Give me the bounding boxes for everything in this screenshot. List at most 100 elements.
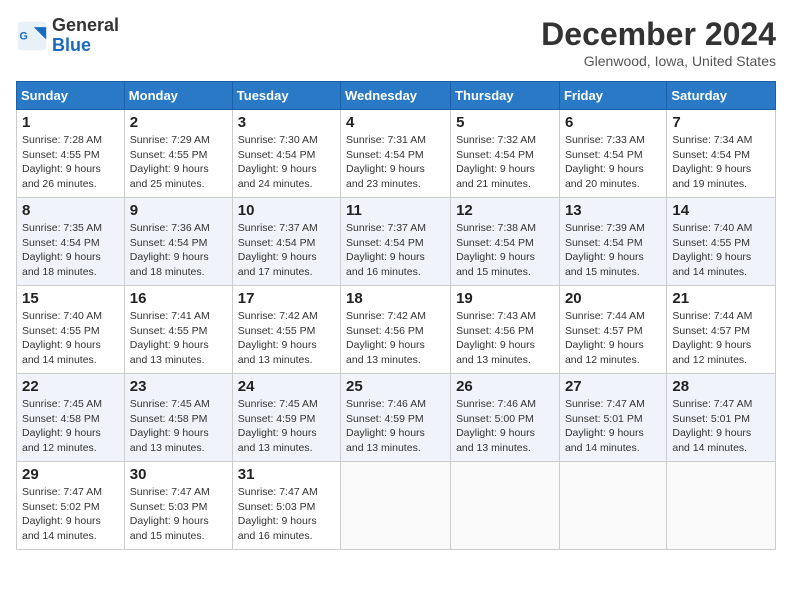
day-info: Sunrise: 7:36 AMSunset: 4:54 PMDaylight:… bbox=[130, 221, 227, 280]
day-info: Sunrise: 7:44 AMSunset: 4:57 PMDaylight:… bbox=[565, 309, 661, 368]
calendar-cell: 17Sunrise: 7:42 AMSunset: 4:55 PMDayligh… bbox=[232, 286, 340, 374]
day-number: 29 bbox=[22, 466, 119, 483]
calendar-cell: 14 Sunrise: 7:40 AMSunset: 4:55 PMDayligh… bbox=[667, 198, 776, 286]
logo-icon: G bbox=[16, 20, 48, 52]
calendar-cell: 6 Sunrise: 7:33 AMSunset: 4:54 PMDaylight… bbox=[559, 110, 666, 198]
day-number: 8 bbox=[22, 202, 119, 219]
calendar-week-row: 22 Sunrise: 7:45 AMSunset: 4:58 PMDayligh… bbox=[17, 374, 776, 462]
day-info: Sunrise: 7:43 AMSunset: 4:56 PMDaylight:… bbox=[456, 309, 554, 368]
logo: G General Blue bbox=[16, 16, 119, 56]
day-info: Sunrise: 7:45 AMSunset: 4:58 PMDaylight:… bbox=[22, 397, 119, 456]
calendar-cell: 21Sunrise: 7:44 AMSunset: 4:57 PMDayligh… bbox=[667, 286, 776, 374]
day-info: Sunrise: 7:37 AMSunset: 4:54 PMDaylight:… bbox=[238, 221, 335, 280]
weekday-saturday: Saturday bbox=[667, 82, 776, 110]
day-number: 27 bbox=[565, 378, 661, 395]
day-number: 24 bbox=[238, 378, 335, 395]
calendar-cell bbox=[559, 462, 666, 550]
day-info: Sunrise: 7:46 AMSunset: 5:00 PMDaylight:… bbox=[456, 397, 554, 456]
calendar-cell: 7 Sunrise: 7:34 AMSunset: 4:54 PMDaylight… bbox=[667, 110, 776, 198]
day-number: 26 bbox=[456, 378, 554, 395]
calendar-cell: 31Sunrise: 7:47 AMSunset: 5:03 PMDayligh… bbox=[232, 462, 340, 550]
day-number: 16 bbox=[130, 290, 227, 307]
day-info: Sunrise: 7:40 AMSunset: 4:55 PMDaylight:… bbox=[672, 221, 770, 280]
day-number: 11 bbox=[346, 202, 445, 219]
day-number: 9 bbox=[130, 202, 227, 219]
day-number: 28 bbox=[672, 378, 770, 395]
day-number: 18 bbox=[346, 290, 445, 307]
svg-text:G: G bbox=[20, 30, 28, 42]
calendar-cell: 10 Sunrise: 7:37 AMSunset: 4:54 PMDayligh… bbox=[232, 198, 340, 286]
calendar-week-row: 15Sunrise: 7:40 AMSunset: 4:55 PMDayligh… bbox=[17, 286, 776, 374]
calendar-cell: 25Sunrise: 7:46 AMSunset: 4:59 PMDayligh… bbox=[341, 374, 451, 462]
calendar-cell: 8 Sunrise: 7:35 AMSunset: 4:54 PMDaylight… bbox=[17, 198, 125, 286]
calendar-cell: 12Sunrise: 7:38 AMSunset: 4:54 PMDayligh… bbox=[451, 198, 560, 286]
day-info: Sunrise: 7:31 AMSunset: 4:54 PMDaylight:… bbox=[346, 133, 445, 192]
day-number: 10 bbox=[238, 202, 335, 219]
day-info: Sunrise: 7:34 AMSunset: 4:54 PMDaylight:… bbox=[672, 133, 770, 192]
calendar-week-row: 29 Sunrise: 7:47 AMSunset: 5:02 PMDayligh… bbox=[17, 462, 776, 550]
weekday-sunday: Sunday bbox=[17, 82, 125, 110]
day-info: Sunrise: 7:35 AMSunset: 4:54 PMDaylight:… bbox=[22, 221, 119, 280]
day-info: Sunrise: 7:28 AMSunset: 4:55 PMDaylight:… bbox=[22, 133, 119, 192]
calendar-cell: 16Sunrise: 7:41 AMSunset: 4:55 PMDayligh… bbox=[124, 286, 232, 374]
day-info: Sunrise: 7:44 AMSunset: 4:57 PMDaylight:… bbox=[672, 309, 770, 368]
month-title: December 2024 bbox=[541, 16, 776, 53]
day-info: Sunrise: 7:32 AMSunset: 4:54 PMDaylight:… bbox=[456, 133, 554, 192]
calendar-cell: 9 Sunrise: 7:36 AMSunset: 4:54 PMDaylight… bbox=[124, 198, 232, 286]
logo-general-text: General bbox=[52, 16, 119, 36]
day-info: Sunrise: 7:47 AMSunset: 5:03 PMDaylight:… bbox=[238, 485, 335, 544]
weekday-header-row: SundayMondayTuesdayWednesdayThursdayFrid… bbox=[17, 82, 776, 110]
day-number: 22 bbox=[22, 378, 119, 395]
day-number: 5 bbox=[456, 114, 554, 131]
calendar-week-row: 1 Sunrise: 7:28 AMSunset: 4:55 PMDaylight… bbox=[17, 110, 776, 198]
calendar-cell: 13 Sunrise: 7:39 AMSunset: 4:54 PMDayligh… bbox=[559, 198, 666, 286]
calendar-cell: 27 Sunrise: 7:47 AMSunset: 5:01 PMDayligh… bbox=[559, 374, 666, 462]
calendar-cell: 5 Sunrise: 7:32 AMSunset: 4:54 PMDaylight… bbox=[451, 110, 560, 198]
day-number: 4 bbox=[346, 114, 445, 131]
day-number: 30 bbox=[130, 466, 227, 483]
title-block: December 2024 Glenwood, Iowa, United Sta… bbox=[541, 16, 776, 69]
calendar-cell: 24 Sunrise: 7:45 AMSunset: 4:59 PMDayligh… bbox=[232, 374, 340, 462]
calendar-week-row: 8 Sunrise: 7:35 AMSunset: 4:54 PMDaylight… bbox=[17, 198, 776, 286]
day-info: Sunrise: 7:33 AMSunset: 4:54 PMDaylight:… bbox=[565, 133, 661, 192]
day-info: Sunrise: 7:46 AMSunset: 4:59 PMDaylight:… bbox=[346, 397, 445, 456]
day-number: 20 bbox=[565, 290, 661, 307]
day-info: Sunrise: 7:47 AMSunset: 5:01 PMDaylight:… bbox=[672, 397, 770, 456]
day-info: Sunrise: 7:47 AMSunset: 5:02 PMDaylight:… bbox=[22, 485, 119, 544]
day-info: Sunrise: 7:40 AMSunset: 4:55 PMDaylight:… bbox=[22, 309, 119, 368]
day-number: 2 bbox=[130, 114, 227, 131]
calendar-cell: 2 Sunrise: 7:29 AMSunset: 4:55 PMDaylight… bbox=[124, 110, 232, 198]
day-info: Sunrise: 7:45 AMSunset: 4:58 PMDaylight:… bbox=[130, 397, 227, 456]
calendar-cell bbox=[341, 462, 451, 550]
calendar-cell: 4 Sunrise: 7:31 AMSunset: 4:54 PMDaylight… bbox=[341, 110, 451, 198]
day-number: 6 bbox=[565, 114, 661, 131]
day-info: Sunrise: 7:29 AMSunset: 4:55 PMDaylight:… bbox=[130, 133, 227, 192]
calendar-cell: 18Sunrise: 7:42 AMSunset: 4:56 PMDayligh… bbox=[341, 286, 451, 374]
calendar-cell bbox=[667, 462, 776, 550]
calendar-cell: 3Sunrise: 7:30 AMSunset: 4:54 PMDaylight… bbox=[232, 110, 340, 198]
weekday-monday: Monday bbox=[124, 82, 232, 110]
day-info: Sunrise: 7:47 AMSunset: 5:01 PMDaylight:… bbox=[565, 397, 661, 456]
day-info: Sunrise: 7:38 AMSunset: 4:54 PMDaylight:… bbox=[456, 221, 554, 280]
weekday-tuesday: Tuesday bbox=[232, 82, 340, 110]
calendar-cell: 15Sunrise: 7:40 AMSunset: 4:55 PMDayligh… bbox=[17, 286, 125, 374]
page-header: G General Blue December 2024 Glenwood, I… bbox=[16, 16, 776, 69]
day-info: Sunrise: 7:39 AMSunset: 4:54 PMDaylight:… bbox=[565, 221, 661, 280]
weekday-wednesday: Wednesday bbox=[341, 82, 451, 110]
day-number: 7 bbox=[672, 114, 770, 131]
calendar-cell: 28 Sunrise: 7:47 AMSunset: 5:01 PMDayligh… bbox=[667, 374, 776, 462]
calendar-body: 1 Sunrise: 7:28 AMSunset: 4:55 PMDaylight… bbox=[17, 110, 776, 550]
calendar-cell: 26 Sunrise: 7:46 AMSunset: 5:00 PMDayligh… bbox=[451, 374, 560, 462]
weekday-thursday: Thursday bbox=[451, 82, 560, 110]
day-number: 1 bbox=[22, 114, 119, 131]
day-info: Sunrise: 7:30 AMSunset: 4:54 PMDaylight:… bbox=[238, 133, 335, 192]
logo-blue-text: Blue bbox=[52, 36, 119, 56]
day-info: Sunrise: 7:47 AMSunset: 5:03 PMDaylight:… bbox=[130, 485, 227, 544]
day-info: Sunrise: 7:45 AMSunset: 4:59 PMDaylight:… bbox=[238, 397, 335, 456]
day-number: 13 bbox=[565, 202, 661, 219]
weekday-friday: Friday bbox=[559, 82, 666, 110]
day-number: 17 bbox=[238, 290, 335, 307]
day-number: 14 bbox=[672, 202, 770, 219]
calendar-cell: 20 Sunrise: 7:44 AMSunset: 4:57 PMDayligh… bbox=[559, 286, 666, 374]
day-number: 19 bbox=[456, 290, 554, 307]
